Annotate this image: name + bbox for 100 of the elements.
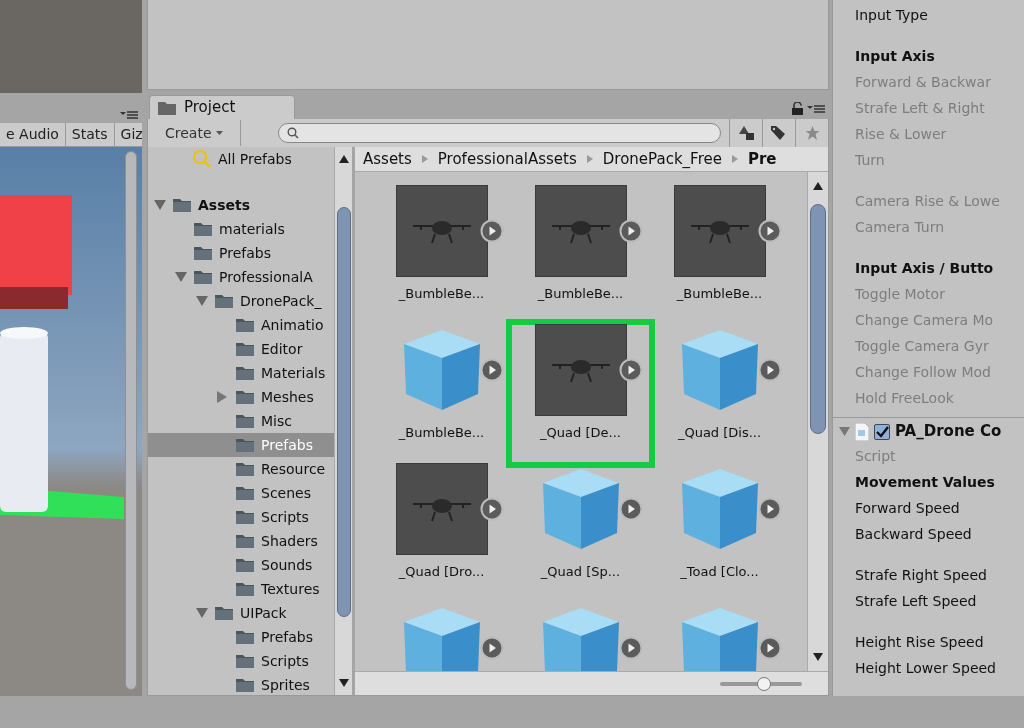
- tree-item[interactable]: Prefabs: [148, 625, 334, 649]
- tree-item[interactable]: materials: [148, 217, 334, 241]
- play-icon[interactable]: [618, 358, 643, 382]
- tree-item[interactable]: Shaders: [148, 529, 334, 553]
- tree-item[interactable]: Materials: [148, 361, 334, 385]
- scrollbar[interactable]: [807, 172, 828, 671]
- toolbar-button[interactable]: e Audio: [0, 123, 66, 146]
- folder-icon: [193, 269, 213, 285]
- breadcrumb-item[interactable]: ProfessionalAssets: [437, 147, 577, 171]
- tree-item[interactable]: DronePack_: [148, 289, 334, 313]
- folder-icon: [158, 100, 176, 115]
- tree-item[interactable]: Misc: [148, 409, 334, 433]
- tree-item[interactable]: ProfessionalA: [148, 265, 334, 289]
- field-label: Toggle Motor: [854, 285, 946, 304]
- play-icon[interactable]: [479, 219, 504, 243]
- folder-icon: [235, 389, 255, 405]
- expanded-arrow-icon[interactable]: [839, 427, 850, 436]
- breadcrumb-item[interactable]: Assets: [363, 147, 412, 171]
- field-label: Change Follow Mod: [854, 363, 992, 382]
- tree-item[interactable]: Sounds: [148, 553, 334, 577]
- section-header: Input Axis: [854, 47, 936, 66]
- scroll-down-arrow-icon[interactable]: [338, 679, 349, 687]
- scene-viewport[interactable]: [0, 147, 142, 696]
- create-button[interactable]: Create: [148, 120, 241, 146]
- asset-item[interactable]: _BumbleBe...: [372, 324, 511, 463]
- asset-item[interactable]: _Quad [Sp...: [511, 463, 650, 602]
- scroll-down-arrow-icon[interactable]: [813, 653, 823, 661]
- section-header: Input Axis / Butto: [854, 259, 995, 278]
- tree-item[interactable]: Textures: [148, 577, 334, 601]
- field-label: Strafe Right Speed: [854, 566, 988, 585]
- play-icon[interactable]: [479, 497, 504, 521]
- asset-item[interactable]: _Toad [Clo...: [650, 463, 789, 602]
- tree-item[interactable]: Resource: [148, 457, 334, 481]
- dropdown-caret-icon: [215, 131, 223, 135]
- section-header: Movement Values: [854, 473, 996, 492]
- play-icon[interactable]: [757, 636, 782, 660]
- asset-item[interactable]: _Quad [Dro...: [372, 463, 511, 602]
- folder-icon: [235, 461, 255, 477]
- lock-icon[interactable]: [792, 102, 803, 115]
- tree-item[interactable]: Assets: [148, 193, 334, 217]
- breadcrumb-item[interactable]: Pre: [747, 147, 777, 171]
- tree-item[interactable]: Scenes: [148, 481, 334, 505]
- zoom-slider[interactable]: [720, 676, 802, 691]
- drone-drawing: [410, 496, 473, 522]
- tree-item[interactable]: Prefabs: [148, 241, 334, 265]
- play-icon[interactable]: [618, 497, 643, 521]
- field-label: Turn: [854, 151, 886, 170]
- breadcrumb-item[interactable]: DronePack_Free: [602, 147, 722, 171]
- asset-item[interactable]: _Quad [De...: [511, 324, 650, 463]
- scrollbar-thumb[interactable]: [336, 207, 351, 617]
- asset-item[interactable]: _BumbleBe...: [372, 185, 511, 324]
- folder-icon: [235, 629, 255, 645]
- checkbox[interactable]: [874, 423, 890, 440]
- favorite-item[interactable]: All Prefabs: [148, 147, 334, 171]
- tree-item[interactable]: UIPack: [148, 601, 334, 625]
- drone-drawing: [688, 218, 751, 244]
- play-icon[interactable]: [618, 636, 643, 660]
- field-label: Strafe Left & Right: [854, 99, 986, 118]
- scroll-up-arrow-icon[interactable]: [338, 155, 349, 163]
- play-icon[interactable]: [757, 358, 782, 382]
- play-icon[interactable]: [479, 636, 504, 660]
- field-label: Forward Speed: [854, 499, 961, 518]
- expanded-arrow-icon[interactable]: [196, 296, 208, 306]
- tree-item[interactable]: Sprites: [148, 673, 334, 695]
- field-label: Camera Turn: [854, 218, 946, 237]
- folder-icon: [235, 533, 255, 549]
- play-icon[interactable]: [618, 219, 643, 243]
- scrollbar-thumb[interactable]: [810, 204, 826, 434]
- asset-label: _BumbleBe...: [398, 285, 485, 303]
- asset-item[interactable]: _BumbleBe...: [650, 185, 789, 324]
- folder-icon: [235, 581, 255, 597]
- slider-thumb[interactable]: [757, 676, 772, 691]
- expanded-arrow-icon[interactable]: [175, 272, 187, 282]
- field-label: Change Camera Mo: [854, 311, 995, 330]
- breadcrumb-separator-icon: [731, 155, 738, 163]
- play-icon[interactable]: [479, 358, 504, 382]
- scrollbar[interactable]: [125, 151, 137, 690]
- folder-icon: [214, 605, 234, 621]
- star-icon: [804, 126, 820, 140]
- toolbar-button[interactable]: Stats: [65, 123, 115, 146]
- asset-item[interactable]: _Quad [Dis...: [650, 324, 789, 463]
- search-field[interactable]: [277, 123, 721, 143]
- collapsed-arrow-icon[interactable]: [217, 391, 227, 403]
- field-label: Forward & Backwar: [854, 73, 992, 92]
- scrollbar[interactable]: [334, 147, 352, 695]
- menu-icon[interactable]: [807, 104, 825, 113]
- script-file-icon: [855, 422, 869, 441]
- scroll-up-arrow-icon[interactable]: [813, 182, 823, 190]
- field-label: Height Rise Speed: [854, 633, 985, 652]
- tree-item[interactable]: Animatio: [148, 313, 334, 337]
- play-icon[interactable]: [757, 497, 782, 521]
- tree-item[interactable]: Editor: [148, 337, 334, 361]
- tree-item[interactable]: Meshes: [148, 385, 334, 409]
- expanded-arrow-icon[interactable]: [154, 200, 166, 210]
- asset-item[interactable]: _BumbleBe...: [511, 185, 650, 324]
- expanded-arrow-icon[interactable]: [196, 608, 208, 618]
- tree-item[interactable]: Scripts: [148, 649, 334, 673]
- project-tab[interactable]: Project: [149, 95, 295, 119]
- menu-icon[interactable]: [120, 111, 138, 119]
- tree-item[interactable]: Scripts: [148, 505, 334, 529]
